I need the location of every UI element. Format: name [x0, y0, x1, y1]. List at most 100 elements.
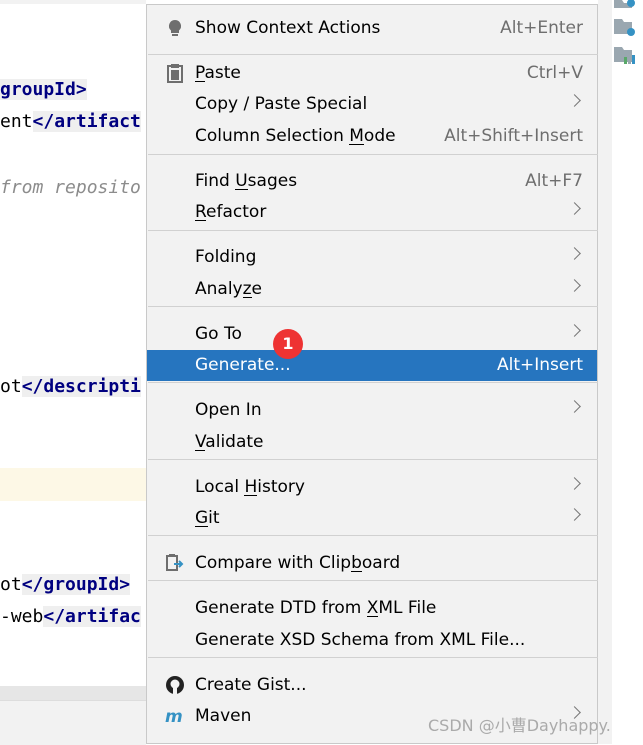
mnemonic-underline: [242, 297, 252, 298]
menu-item-local-history[interactable]: Local History: [147, 472, 597, 503]
mnemonic-underline: [235, 189, 248, 190]
lightbulb-icon: [168, 19, 182, 36]
menu-item-label: Validate: [195, 432, 264, 452]
mnemonic-underline: [366, 616, 379, 617]
menu-item-validate[interactable]: Validate: [147, 427, 597, 458]
code-line: ot</groupId>: [0, 572, 131, 598]
menu-item-label: Folding: [195, 247, 257, 267]
editor-top-strip: [0, 0, 146, 4]
folder-gear-icon[interactable]: [614, 18, 636, 36]
menu-item-label: Git: [195, 508, 220, 528]
clipboard-icon: [167, 64, 183, 83]
code-token: ot: [0, 574, 22, 595]
menu-item-label: Generate DTD from XML File: [195, 598, 437, 618]
menu-separator: [148, 306, 598, 307]
chevron-right-icon: [568, 477, 581, 490]
svg-text:m: m: [165, 707, 183, 726]
chevron-right-icon: [568, 202, 581, 215]
code-line: -web</artifac: [0, 604, 141, 630]
menu-item-label: Analyze: [195, 279, 262, 299]
menu-item-create-gist[interactable]: Create Gist...: [147, 670, 597, 701]
menu-item-show-context-actions[interactable]: Show Context Actions Alt+Enter: [147, 13, 597, 44]
menu-item-generate[interactable]: Generate... Alt+Insert: [147, 350, 597, 381]
menu-item-column-selection-mode[interactable]: Column Selection Mode Alt+Shift+Insert: [147, 121, 597, 152]
menu-item-git[interactable]: Git: [147, 503, 597, 534]
code-token: ent: [0, 111, 33, 132]
folder-chart-icon[interactable]: [614, 46, 636, 64]
menu-item-label: Maven: [195, 706, 252, 726]
horizontal-scrollbar[interactable]: [0, 686, 146, 700]
mnemonic-underline: [195, 526, 209, 527]
mnemonic-underline: [244, 495, 258, 496]
chevron-right-icon: [568, 508, 581, 521]
menu-item-label: Show Context Actions: [195, 18, 381, 38]
menu-item-label: Local History: [195, 477, 305, 497]
compare-clipboard-icon: [166, 554, 184, 571]
watermark: CSDN @小曹Dayhappy.: [428, 716, 611, 735]
code-token: groupId>: [0, 79, 87, 100]
chevron-right-icon: [568, 279, 581, 292]
menu-item-label: Find Usages: [195, 171, 298, 191]
code-token: </groupId>: [21, 574, 131, 595]
menu-item-label: Generate XSD Schema from XML File...: [195, 630, 526, 650]
code-line: ot</descripti: [0, 374, 141, 400]
bottom-bar: [0, 700, 146, 745]
menu-item-label: Copy / Paste Special: [195, 94, 368, 114]
menu-item-go-to[interactable]: Go To: [147, 319, 597, 350]
context-menu: Show Context Actions Alt+Enter Paste Ctrl+V…: [146, 4, 598, 744]
menu-separator: [148, 580, 598, 581]
menu-item-folding[interactable]: Folding: [147, 242, 597, 273]
shortcut-label: Alt+F7: [525, 171, 583, 191]
menu-item-copy-paste-special[interactable]: Copy / Paste Special: [147, 89, 597, 120]
chevron-right-icon: [568, 324, 581, 337]
shortcut-label: Alt+Insert: [496, 355, 583, 375]
menu-separator: [148, 535, 598, 536]
menu-item-label: Paste: [195, 63, 241, 83]
menu-item-label: Go To: [195, 324, 242, 344]
menu-item-generate-xsd-schema-from-xml-file[interactable]: Generate XSD Schema from XML File...: [147, 625, 597, 656]
shortcut-label: Ctrl+V: [526, 63, 583, 83]
code-token: from reposito: [0, 177, 141, 198]
menu-item-label: Column Selection Mode: [195, 126, 396, 146]
menu-separator: [148, 230, 598, 231]
mnemonic-underline: [195, 220, 207, 221]
code-line: from reposito: [0, 175, 141, 201]
mnemonic-underline: [195, 450, 206, 451]
step-badge: 1: [273, 329, 303, 359]
menu-item-open-in[interactable]: Open In: [147, 395, 597, 426]
menu-item-refactor[interactable]: Refactor: [147, 197, 597, 228]
chevron-right-icon: [568, 400, 581, 413]
code-token: -web: [0, 606, 44, 627]
folder-gear-icon[interactable]: [614, 0, 636, 18]
menu-item-find-usages[interactable]: Find Usages Alt+F7: [147, 166, 597, 197]
menu-item-label: Compare with Clipboard: [195, 553, 401, 573]
menu-separator: [148, 657, 598, 658]
github-icon: [166, 676, 184, 694]
editor-scrollbar[interactable]: [598, 0, 612, 744]
menu-separator: [148, 382, 598, 383]
code-token: </descripti: [21, 376, 141, 397]
menu-separator: [148, 154, 598, 155]
mnemonic-underline: [351, 571, 362, 572]
menu-item-analyze[interactable]: Analyze: [147, 274, 597, 305]
maven-icon: m: [165, 707, 183, 726]
menu-separator: [148, 54, 598, 55]
menu-item-label: Refactor: [195, 202, 267, 222]
mnemonic-underline: [195, 81, 205, 82]
caret-line-highlight: [0, 468, 146, 501]
menu-item-label: Open In: [195, 400, 262, 420]
menu-item-label: Create Gist...: [195, 675, 307, 695]
code-editor[interactable]: groupId> ent</artifact from reposito ot</de…: [0, 0, 146, 745]
mnemonic-underline: [349, 144, 364, 145]
code-token: </artifac: [43, 606, 141, 627]
code-line: ent</artifact: [0, 109, 141, 135]
chevron-right-icon: [568, 247, 581, 260]
menu-item-generate-dtd-from-xml-file[interactable]: Generate DTD from XML File: [147, 593, 597, 624]
menu-item-label: Generate...: [195, 355, 291, 375]
code-token: ot: [0, 376, 22, 397]
shortcut-label: Alt+Enter: [500, 18, 583, 38]
chevron-right-icon: [568, 94, 581, 107]
menu-item-compare-with-clipboard[interactable]: Compare with Clipboard: [147, 548, 597, 579]
menu-item-paste[interactable]: Paste Ctrl+V: [147, 58, 597, 89]
code-token: </artifact: [32, 111, 141, 132]
